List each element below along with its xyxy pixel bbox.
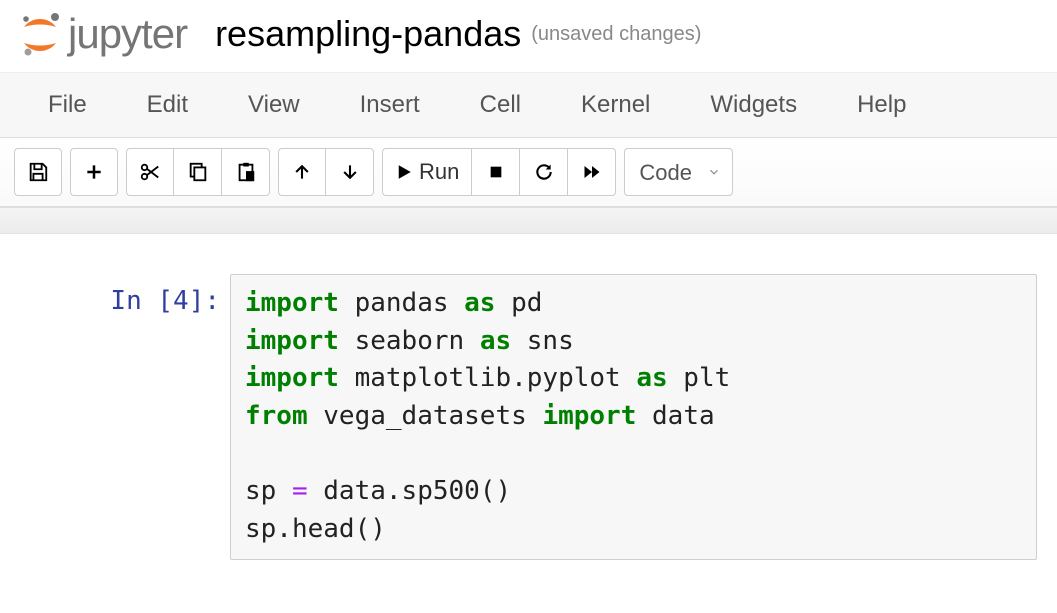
paste-button[interactable] — [222, 148, 270, 196]
save-icon — [27, 161, 49, 183]
save-status: (unsaved changes) — [531, 23, 701, 46]
menu-edit[interactable]: Edit — [117, 73, 218, 137]
stop-icon — [488, 164, 504, 180]
toolbar: Run Code — [0, 138, 1057, 208]
menu-insert[interactable]: Insert — [330, 73, 450, 137]
jupyter-icon — [18, 12, 62, 56]
jupyter-logo[interactable]: jupyter — [18, 10, 187, 58]
run-button[interactable]: Run — [382, 148, 472, 196]
notebook-area: In [4]: import pandas as pd import seabo… — [0, 234, 1057, 580]
run-button-label: Run — [419, 159, 459, 185]
menubar: File Edit View Insert Cell Kernel Widget… — [0, 72, 1057, 138]
jupyter-logo-text: jupyter — [68, 10, 187, 58]
restart-run-all-button[interactable] — [568, 148, 616, 196]
scissors-icon — [139, 161, 161, 183]
menu-file[interactable]: File — [18, 73, 117, 137]
menu-kernel[interactable]: Kernel — [551, 73, 680, 137]
menu-widgets[interactable]: Widgets — [680, 73, 827, 137]
header: jupyter resampling-pandas (unsaved chang… — [0, 0, 1057, 72]
arrow-up-icon — [292, 162, 312, 182]
paste-icon — [235, 161, 257, 183]
save-button[interactable] — [14, 148, 62, 196]
fast-forward-icon — [582, 163, 602, 181]
code-content[interactable]: import pandas as pd import seaborn as sn… — [245, 285, 1022, 549]
input-prompt: In [4]: — [100, 274, 230, 560]
play-icon — [395, 163, 413, 181]
cut-button[interactable] — [126, 148, 174, 196]
interrupt-button[interactable] — [472, 148, 520, 196]
cell-type-select[interactable]: Code — [624, 148, 733, 196]
code-cell[interactable]: In [4]: import pandas as pd import seabo… — [100, 274, 1037, 560]
copy-icon — [187, 161, 209, 183]
menu-cell[interactable]: Cell — [450, 73, 551, 137]
notebook-title[interactable]: resampling-pandas — [215, 13, 521, 55]
copy-button[interactable] — [174, 148, 222, 196]
move-up-button[interactable] — [278, 148, 326, 196]
restart-button[interactable] — [520, 148, 568, 196]
arrow-down-icon — [340, 162, 360, 182]
toolbar-divider — [0, 208, 1057, 234]
move-down-button[interactable] — [326, 148, 374, 196]
menu-view[interactable]: View — [218, 73, 330, 137]
plus-icon — [84, 162, 104, 182]
add-cell-button[interactable] — [70, 148, 118, 196]
restart-icon — [534, 162, 554, 182]
input-area[interactable]: import pandas as pd import seaborn as sn… — [230, 274, 1037, 560]
menu-help[interactable]: Help — [827, 73, 936, 137]
